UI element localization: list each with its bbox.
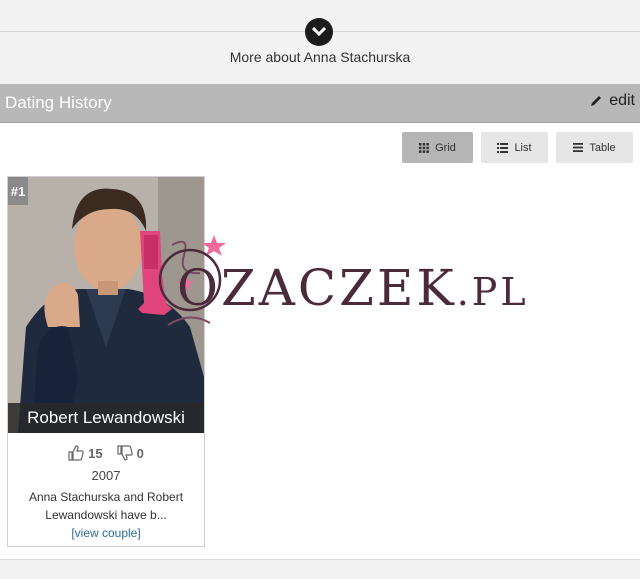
edit-label: edit [609,92,635,109]
section-header: Dating History edit [0,84,640,123]
more-about-link[interactable]: More about Anna Stachurska [0,49,640,65]
relationship-description: Anna Stachurska and Robert Lewandowski h… [28,490,184,522]
like-button[interactable]: 15 [68,445,103,461]
pencil-icon [591,96,602,106]
list-view-button[interactable]: List [481,132,548,163]
partner-photo[interactable]: #1 Robert Lewandowski [8,177,204,433]
dislike-count: 0 [136,445,144,461]
list-icon [497,142,509,153]
dislike-button[interactable]: 0 [117,445,144,461]
list-label: List [514,141,532,154]
grid-view-button[interactable]: Grid [402,132,473,163]
partner-card[interactable]: #1 Robert Lewandowski 15 0 2007 Anna Sta… [7,176,205,547]
table-icon [573,143,584,152]
thumbs-down-icon [117,445,133,461]
watermark-text: OZACZEK.PL [177,259,529,317]
view-couple-link[interactable]: [view couple] [8,526,204,540]
table-view-button[interactable]: Table [556,132,633,163]
partner-name[interactable]: Robert Lewandowski [8,403,204,433]
grid-icon [419,142,430,153]
section-title: Dating History [5,93,112,112]
thumbs-up-icon [68,445,84,461]
more-about-panel: More about Anna Stachurska [0,0,640,84]
vote-row: 15 0 [8,445,204,461]
table-label: Table [589,141,616,154]
relationship-year: 2007 [91,468,121,483]
portrait-image [8,177,204,433]
edit-button[interactable]: edit [589,92,635,110]
like-count: 15 [88,445,103,461]
grid-label: Grid [435,141,456,154]
footer-strip [0,559,640,579]
rank-badge: #1 [8,177,28,205]
chevron-down-icon[interactable] [305,18,333,46]
